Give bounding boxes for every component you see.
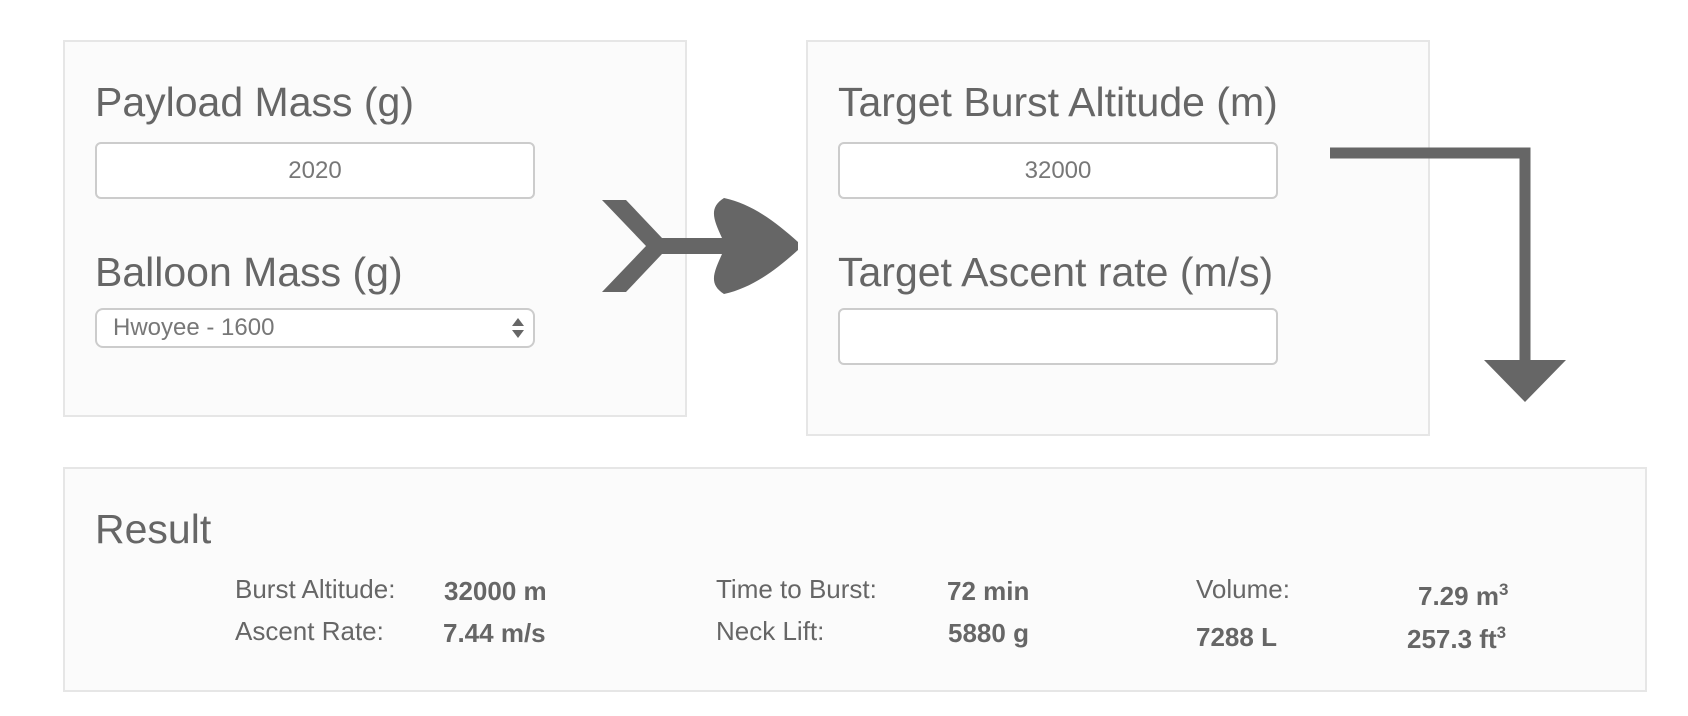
balloon-mass-label: Balloon Mass (g) xyxy=(95,249,403,295)
result-panel: Result Burst Altitude: 32000 m Ascent Ra… xyxy=(63,467,1647,692)
target-burst-altitude-input[interactable] xyxy=(838,142,1278,199)
balloon-mass-selected: Hwoyee - 1600 xyxy=(113,314,275,341)
ascent-rate-label: Ascent Rate: xyxy=(235,616,384,646)
volume-cubic-meters-value: 7.29 m3 xyxy=(1418,580,1509,611)
target-ascent-rate-label: Target Ascent rate (m/s) xyxy=(838,249,1274,295)
target-burst-altitude-label: Target Burst Altitude (m) xyxy=(838,79,1278,125)
result-title: Result xyxy=(95,506,212,552)
fletched-arrow-right-icon xyxy=(602,198,798,294)
burst-altitude-value: 32000 m xyxy=(444,576,547,606)
ascent-rate-value: 7.44 m/s xyxy=(443,618,546,648)
target-ascent-rate-input[interactable] xyxy=(838,308,1278,365)
payload-mass-label: Payload Mass (g) xyxy=(95,79,415,125)
neck-lift-label: Neck Lift: xyxy=(716,616,825,646)
payload-balloon-panel: Payload Mass (g) Balloon Mass (g) Hwoyee… xyxy=(63,40,687,417)
balloon-mass-select[interactable]: Hwoyee - 1600 xyxy=(95,308,535,348)
arrow-right-down-icon xyxy=(1330,147,1566,402)
volume-liters-value: 7288 L xyxy=(1196,622,1277,652)
burst-altitude-label: Burst Altitude: xyxy=(235,574,396,604)
volume-label: Volume: xyxy=(1196,574,1290,604)
time-to-burst-label: Time to Burst: xyxy=(716,574,877,604)
select-updown-icon xyxy=(512,318,524,338)
volume-cubic-feet-value: 257.3 ft3 xyxy=(1407,623,1507,654)
payload-mass-input[interactable] xyxy=(95,142,535,199)
time-to-burst-value: 72 min xyxy=(947,576,1030,606)
neck-lift-value: 5880 g xyxy=(948,618,1029,648)
